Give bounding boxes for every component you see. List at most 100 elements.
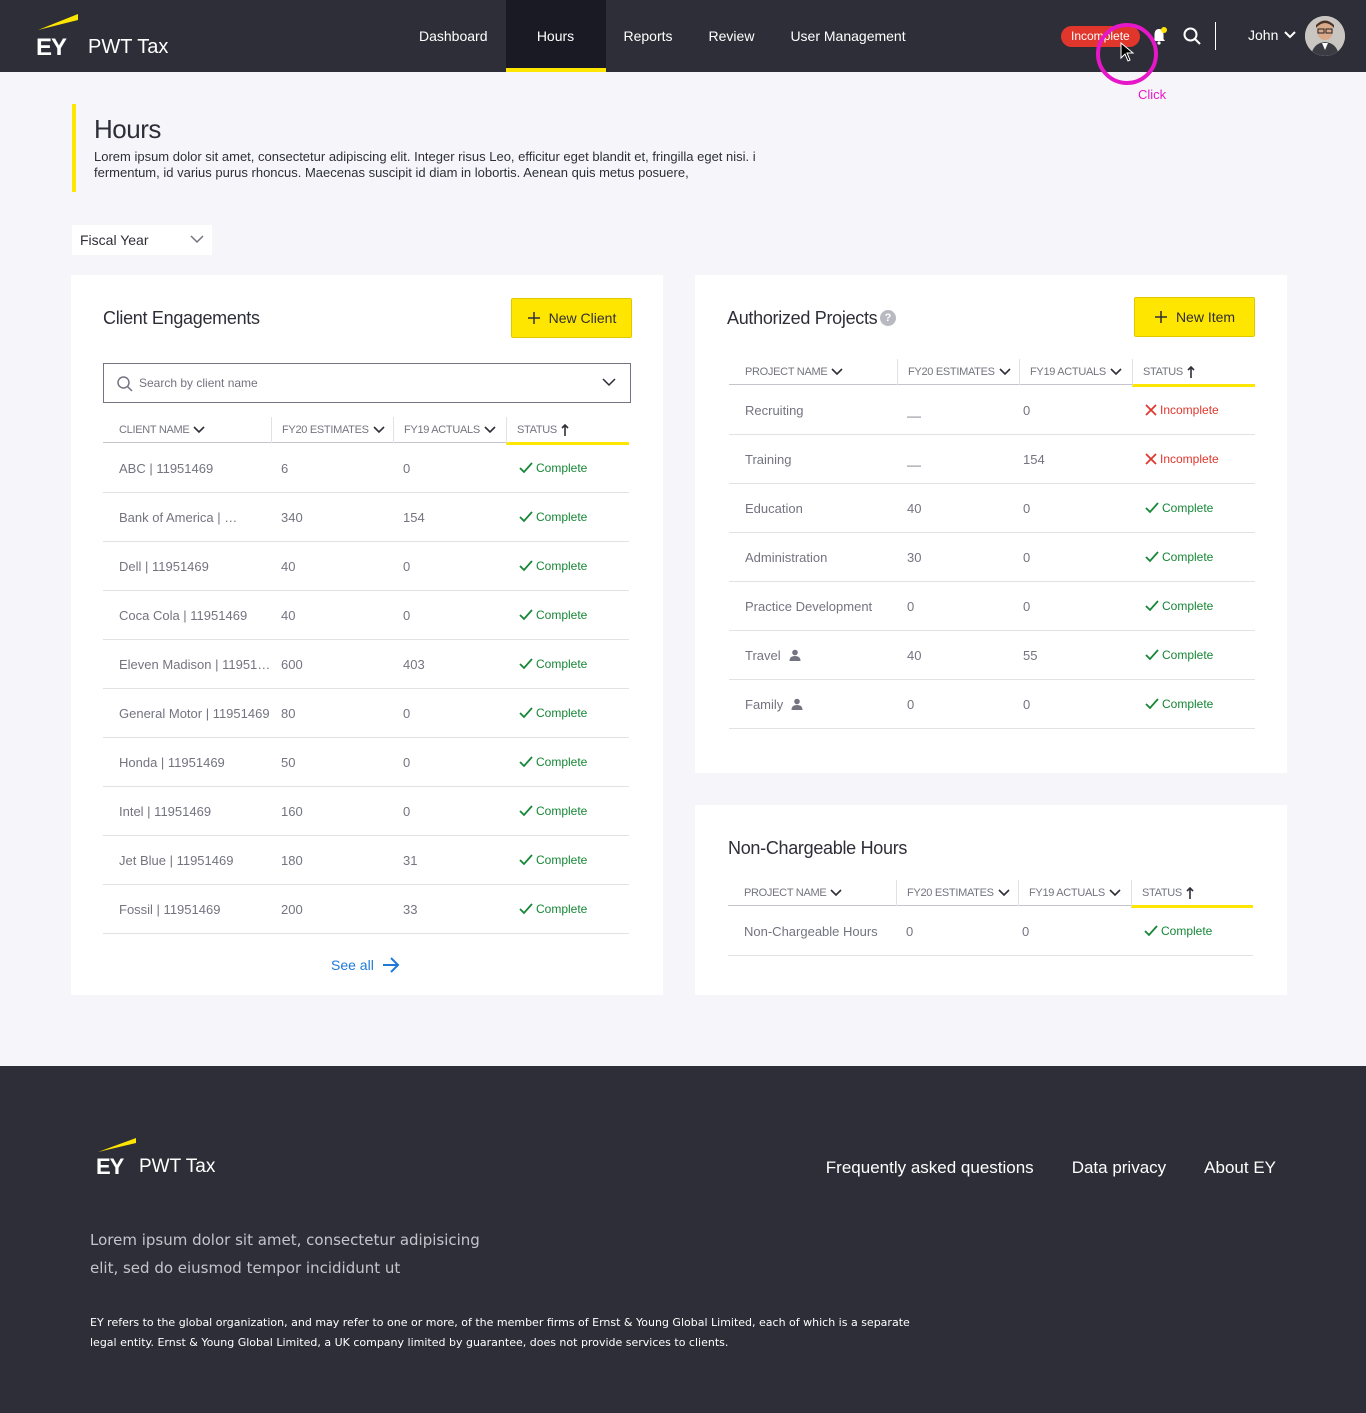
footer-ey-logo[interactable]: EY PWT Tax	[96, 1138, 246, 1184]
about-ey-link[interactable]: About EY	[1204, 1158, 1276, 1178]
table-row[interactable]: Education 40 0 Complete	[729, 484, 1255, 533]
fy20-value: 160	[281, 803, 303, 819]
new-client-button[interactable]: New Client	[511, 298, 632, 338]
data-privacy-link[interactable]: Data privacy	[1072, 1158, 1166, 1178]
new-client-label: New Client	[548, 310, 617, 326]
table-row[interactable]: Bank of America | … 340 154 Complete	[103, 493, 629, 542]
search-icon[interactable]	[1182, 26, 1202, 46]
column-label: STATUS	[517, 423, 557, 436]
status-badge: Complete	[519, 608, 587, 622]
row-name: Fossil | 11951469	[119, 901, 221, 917]
status-cell: Complete	[519, 836, 587, 884]
status-cell: Complete	[1145, 533, 1213, 581]
nav-hours[interactable]: Hours	[505, 0, 606, 72]
column-status[interactable]: STATUS	[506, 417, 629, 445]
see-all-link[interactable]: See all	[331, 957, 400, 973]
status-text: Complete	[536, 608, 588, 622]
fiscal-year-select[interactable]: Fiscal Year	[72, 225, 212, 255]
row-name-cell: Education	[745, 484, 905, 532]
table-row[interactable]: Eleven Madison | 11951… 600 403 Complete	[103, 640, 629, 689]
chevron-down-icon[interactable]	[1283, 28, 1297, 42]
nav-dashboard[interactable]: Dashboard	[401, 0, 506, 72]
nav-user-management[interactable]: User Management	[772, 0, 923, 72]
table-row[interactable]: Dell | 11951469 40 0 Complete	[103, 542, 629, 591]
fy20-value: 180	[281, 852, 303, 868]
column-label: FY20 ESTIMATES	[907, 887, 994, 899]
authorized-projects-title: Authorized Projects	[727, 308, 878, 328]
chevron-down-icon	[830, 889, 842, 897]
search-icon	[117, 376, 133, 392]
chevron-down-icon[interactable]	[602, 377, 616, 387]
fy19-value: 0	[1023, 598, 1031, 614]
faq-link[interactable]: Frequently asked questions	[826, 1158, 1034, 1178]
fy20-value: 40	[907, 500, 922, 516]
status-cell: Complete	[1145, 680, 1213, 728]
table-row[interactable]: Honda | 11951469 50 0 Complete	[103, 738, 629, 787]
nav-review[interactable]: Review	[691, 0, 773, 72]
sort-up-icon	[1186, 886, 1194, 899]
check-icon	[519, 560, 533, 572]
fy19-value: 0	[1022, 923, 1030, 939]
column-fy20-estimates[interactable]: FY20 ESTIMATES	[897, 359, 1019, 385]
column-fy20-estimates[interactable]: FY20 ESTIMATES	[896, 880, 1018, 906]
table-row[interactable]: Non-Chargeable Hours 0 0 Complete	[728, 907, 1253, 956]
column-fy19-actuals[interactable]: FY19 ACTUALS	[393, 417, 506, 443]
ey-logo-bar-icon	[38, 14, 78, 30]
fy20-value: __	[907, 451, 922, 467]
client-search-input[interactable]: Search by client name	[103, 363, 631, 403]
fy20-value: 40	[281, 558, 296, 574]
ey-logo[interactable]: EY PWT Tax	[36, 14, 186, 61]
check-icon	[519, 609, 533, 621]
status-badge: Complete	[519, 804, 587, 818]
table-row[interactable]: Training __ 154 Incomplete	[729, 435, 1255, 484]
table-row[interactable]: Fossil | 11951469 200 33 Complete	[103, 885, 629, 934]
column-client-name[interactable]: CLIENT NAME	[103, 417, 271, 443]
table-row[interactable]: Coca Cola | 11951469 40 0 Complete	[103, 591, 629, 640]
table-row[interactable]: Administration 30 0 Complete	[729, 533, 1255, 582]
status-cell: Complete	[519, 738, 587, 786]
user-name[interactable]: John	[1248, 27, 1278, 43]
status-badge: Incomplete	[1145, 452, 1219, 466]
table-row[interactable]: Jet Blue | 11951469 180 31 Complete	[103, 836, 629, 885]
status-text: Complete	[536, 755, 588, 769]
table-row[interactable]: General Motor | 11951469 80 0 Complete	[103, 689, 629, 738]
column-project-name[interactable]: PROJECT NAME	[729, 359, 897, 385]
status-cell: Complete	[1144, 907, 1212, 955]
column-fy19-actuals[interactable]: FY19 ACTUALS	[1018, 880, 1131, 906]
status-text: Complete	[536, 902, 588, 916]
help-icon[interactable]: ?	[880, 310, 896, 326]
row-name: Jet Blue | 11951469	[119, 852, 234, 868]
table-row[interactable]: Intel | 11951469 160 0 Complete	[103, 787, 629, 836]
column-fy20-estimates[interactable]: FY20 ESTIMATES	[271, 417, 393, 443]
footer-logo-text: EY	[96, 1154, 124, 1179]
footer-legal-text: EY refers to the global organization, an…	[90, 1316, 910, 1349]
column-status[interactable]: STATUS	[1132, 359, 1255, 387]
status-text: Incomplete	[1160, 403, 1219, 417]
status-badge: Complete	[519, 755, 587, 769]
column-fy19-actuals[interactable]: FY19 ACTUALS	[1019, 359, 1132, 385]
footer-tagline: Lorem ipsum dolor sit amet, consectetur …	[90, 1231, 480, 1277]
status-badge: Complete	[1144, 924, 1212, 938]
table-row[interactable]: Recruiting __ 0 Incomplete	[729, 386, 1255, 435]
status-text: Complete	[536, 853, 588, 867]
status-cell: Complete	[519, 493, 587, 541]
nav-reports[interactable]: Reports	[606, 0, 691, 72]
table-row[interactable]: Travel 40 55 Complete	[729, 631, 1255, 680]
check-icon	[1145, 502, 1159, 514]
column-status[interactable]: STATUS	[1131, 880, 1253, 908]
plus-icon	[1154, 311, 1167, 323]
table-row[interactable]: ABC | 11951469 6 0 Complete	[103, 444, 629, 493]
fy20-value: 30	[907, 549, 922, 565]
status-text: Complete	[536, 706, 588, 720]
column-project-name[interactable]: PROJECT NAME	[728, 880, 896, 906]
table-row[interactable]: Family 0 0 Complete	[729, 680, 1255, 729]
table-row[interactable]: Practice Development 0 0 Complete	[729, 582, 1255, 631]
status-cell: Complete	[519, 787, 587, 835]
check-icon	[519, 707, 533, 719]
avatar[interactable]	[1305, 16, 1345, 56]
check-icon	[519, 658, 533, 670]
arrow-right-icon	[382, 957, 400, 973]
chevron-down-icon	[999, 368, 1011, 376]
new-item-button[interactable]: New Item	[1134, 297, 1255, 337]
status-badge: Complete	[1145, 550, 1213, 564]
